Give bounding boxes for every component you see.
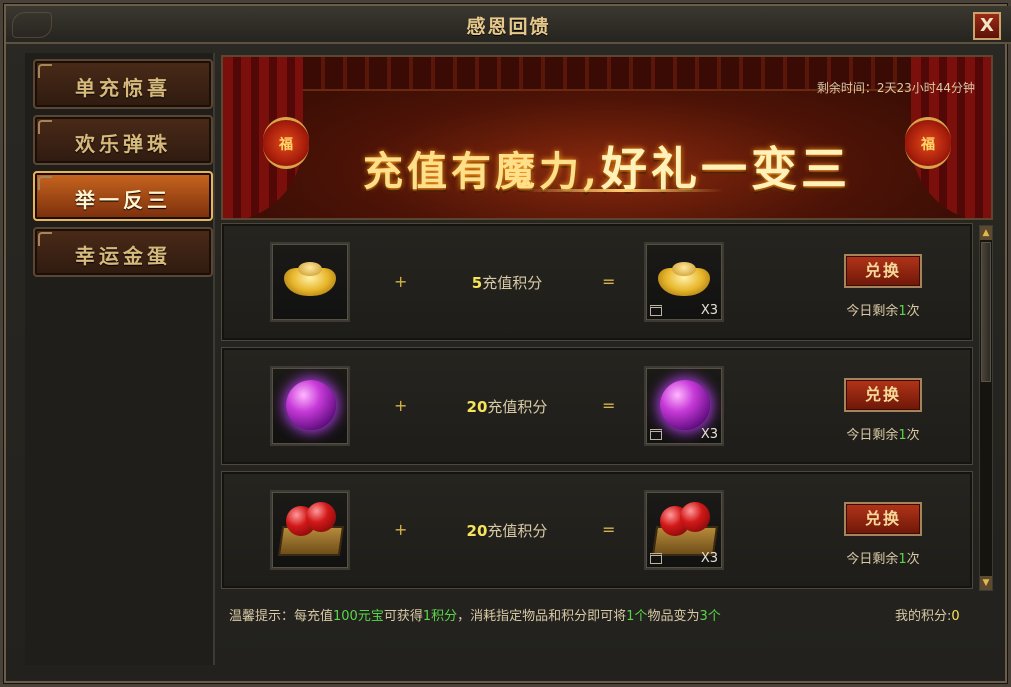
bound-lock-icon xyxy=(650,429,662,440)
sidebar-item-label: 举一反三 xyxy=(75,188,171,212)
output-item-slot[interactable]: X3 xyxy=(644,242,724,322)
sidebar-item-one-becomes-three[interactable]: 举一反三 xyxy=(33,171,213,221)
remaining-prefix: 今日剩余 xyxy=(846,552,899,567)
points-number: 20 xyxy=(466,398,488,416)
output-quantity: X3 xyxy=(700,551,718,566)
points-cost: 20充值积分 xyxy=(422,396,592,417)
scroll-thumb[interactable] xyxy=(981,242,991,382)
remaining-count: 1 xyxy=(898,304,907,319)
tip-count-2: 3个 xyxy=(699,609,721,624)
footer-tip: 温馨提示：每充值100元宝可获得1积分，消耗指定物品和积分即可将1个物品变为3个 xyxy=(229,605,721,624)
title-bar: 感恩回馈 X xyxy=(6,6,1011,44)
remaining-suffix: 次 xyxy=(906,552,920,567)
tip-prefix: 温馨提示：每充值 xyxy=(229,609,334,624)
exchange-row: + 20充值积分 = X3 兑换 今日剩余1次 xyxy=(221,471,973,589)
tip-count-1: 1个 xyxy=(626,609,648,624)
input-item-slot[interactable] xyxy=(270,366,350,446)
tip-amount: 100元宝 xyxy=(333,609,384,624)
points-unit: 充值积分 xyxy=(487,522,548,540)
arrow-up-icon[interactable]: ▲ xyxy=(980,226,992,240)
equals-sign: = xyxy=(602,396,616,415)
input-item-slot[interactable] xyxy=(270,242,350,322)
tip-mid-2: ，消耗指定物品和积分即可将 xyxy=(457,609,627,624)
points-unit: 充值积分 xyxy=(487,398,548,416)
output-quantity: X3 xyxy=(700,427,718,442)
time-remaining: 剩余时间：2天23小时44分钟 xyxy=(816,81,975,95)
window-title: 感恩回馈 xyxy=(466,16,551,38)
plus-sign: + xyxy=(394,272,408,291)
exchange-button[interactable]: 兑换 xyxy=(844,254,922,288)
daily-remaining: 今日剩余1次 xyxy=(828,548,938,567)
plus-sign: + xyxy=(394,520,408,539)
input-item-slot[interactable] xyxy=(270,490,350,570)
daily-remaining: 今日剩余1次 xyxy=(828,300,938,319)
remaining-count: 1 xyxy=(898,428,907,443)
points-number: 20 xyxy=(466,522,488,540)
my-points: 我的积分:0 xyxy=(895,605,960,624)
exchange-row: + 5充值积分 = X3 兑换 今日剩余1次 xyxy=(221,223,973,341)
equals-sign: = xyxy=(602,272,616,291)
purple-orb-icon xyxy=(286,380,336,430)
remaining-suffix: 次 xyxy=(906,304,920,319)
close-button[interactable]: X xyxy=(973,12,1001,40)
exchange-button[interactable]: 兑换 xyxy=(844,502,922,536)
remaining-suffix: 次 xyxy=(906,428,920,443)
points-cost: 20充值积分 xyxy=(422,520,592,541)
output-quantity: X3 xyxy=(700,303,718,318)
points-cost: 5充值积分 xyxy=(422,272,592,293)
daily-remaining: 今日剩余1次 xyxy=(828,424,938,443)
gold-ingot-icon xyxy=(658,262,710,296)
sidebar-item-label: 幸运金蛋 xyxy=(75,244,171,268)
remaining-count: 1 xyxy=(898,552,907,567)
event-banner: 福 福 充值有魔力,好礼一变三 剩余时间：2天23小时44分钟 xyxy=(221,55,993,220)
sidebar-item-lucky-golden-egg[interactable]: 幸运金蛋 xyxy=(33,227,213,277)
exchange-row: + 20充值积分 = X3 兑换 今日剩余1次 xyxy=(221,347,973,465)
bound-lock-icon xyxy=(650,553,662,564)
my-points-value: 0 xyxy=(951,609,960,624)
exchange-button[interactable]: 兑换 xyxy=(844,378,922,412)
bound-lock-icon xyxy=(650,305,662,316)
sidebar-item-label: 欢乐弹珠 xyxy=(75,132,171,156)
tip-points: 1积分 xyxy=(422,609,458,624)
remaining-prefix: 今日剩余 xyxy=(846,304,899,319)
sidebar-item-label: 单充惊喜 xyxy=(75,76,171,100)
equals-sign: = xyxy=(602,520,616,539)
exchange-list: + 5充值积分 = X3 兑换 今日剩余1次 + 20充值积分 = X3 兑换 … xyxy=(221,223,977,593)
glow-line xyxy=(523,189,723,192)
arrow-down-icon[interactable]: ▼ xyxy=(980,576,992,590)
gratitude-feedback-window: 感恩回馈 X 单充惊喜 欢乐弹珠 举一反三 幸运金蛋 福 福 充值有魔力,好礼一… xyxy=(0,0,1011,687)
plus-sign: + xyxy=(394,396,408,415)
points-number: 5 xyxy=(471,274,483,292)
output-item-slot[interactable]: X3 xyxy=(644,366,724,446)
my-points-label: 我的积分: xyxy=(895,609,952,624)
tip-mid-1: 可获得 xyxy=(383,609,423,624)
slogan-part-2: 好礼一变三 xyxy=(600,142,851,196)
slogan-part-1: 充值有魔力, xyxy=(363,148,601,195)
sidebar: 单充惊喜 欢乐弹珠 举一反三 幸运金蛋 xyxy=(25,53,215,665)
gold-ingot-icon xyxy=(284,262,336,296)
red-fruit-icon xyxy=(306,502,336,532)
scrollbar[interactable]: ▲ ▼ xyxy=(979,225,993,591)
red-fruit-icon xyxy=(680,502,710,532)
points-unit: 充值积分 xyxy=(482,274,543,292)
tip-mid-3: 物品变为 xyxy=(647,609,700,624)
purple-orb-icon xyxy=(660,380,710,430)
sidebar-item-happy-pinball[interactable]: 欢乐弹珠 xyxy=(33,115,213,165)
output-item-slot[interactable]: X3 xyxy=(644,490,724,570)
sidebar-item-single-recharge[interactable]: 单充惊喜 xyxy=(33,59,213,109)
remaining-prefix: 今日剩余 xyxy=(846,428,899,443)
